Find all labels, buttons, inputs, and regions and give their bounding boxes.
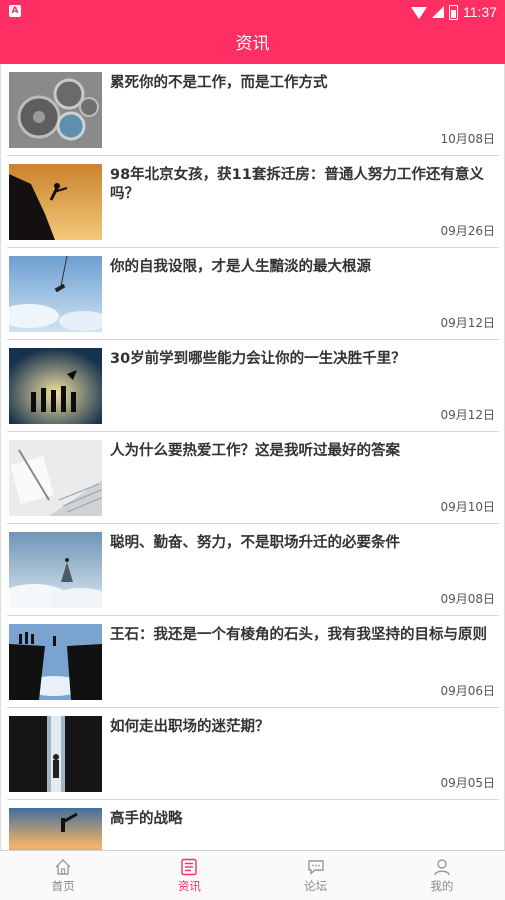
list-item[interactable]: 王石：我还是一个有棱角的石头，我有我坚持的目标与原则 09月06日 (7, 616, 499, 708)
page-title: 资讯 (235, 34, 270, 54)
man-above-clouds-image (9, 532, 102, 608)
article-date: 09月05日 (440, 776, 495, 790)
profile-icon (434, 858, 450, 875)
climber-silhouette-image (9, 164, 102, 240)
article-title: 人为什么要热爱工作？这是我听过最好的答案 (110, 443, 400, 459)
article-list[interactable]: 累死你的不是工作，而是工作方式 10月08日 98年北京女孩，获11套拆迁房：普… (0, 64, 505, 850)
article-title: 你的自我设限，才是人生黯淡的最大根源 (110, 259, 371, 275)
article-title: 如何走出职场的迷茫期？ (110, 719, 270, 735)
office-desk-image (9, 440, 102, 516)
dark-doorway-image (9, 716, 102, 792)
list-item[interactable]: 如何走出职场的迷茫期？ 09月05日 (7, 708, 499, 800)
bottom-tab-bar: 首页 资讯 论坛 我的 (0, 850, 505, 900)
article-title: 98年北京女孩，获11套拆迁房：普通人努力工作还有意义吗？ (110, 167, 484, 202)
article-date: 09月12日 (440, 408, 495, 422)
cliff-jump-image (9, 624, 102, 700)
tab-label: 论坛 (304, 878, 328, 893)
signal-icon (432, 6, 444, 18)
status-icons: 11:37 (411, 0, 497, 24)
battery-icon (449, 4, 458, 20)
tab-forum[interactable]: 论坛 (253, 851, 379, 900)
status-time: 11:37 (463, 4, 497, 20)
article-title: 王石：我还是一个有棱角的石头，我有我坚持的目标与原则 (110, 627, 487, 643)
list-item[interactable]: 30岁前学到哪些能力会让你的一生决胜千里？ 09月12日 (7, 340, 499, 432)
gears-image (9, 72, 102, 148)
article-date: 09月26日 (440, 224, 495, 238)
list-item[interactable]: 聪明、勤奋、努力，不是职场升迁的必要条件 09月08日 (7, 524, 499, 616)
list-item[interactable]: 人为什么要热爱工作？这是我听过最好的答案 09月10日 (7, 432, 499, 524)
forum-icon (307, 859, 324, 875)
tab-home[interactable]: 首页 (0, 851, 126, 900)
article-title: 累死你的不是工作，而是工作方式 (110, 75, 328, 91)
list-item[interactable]: 你的自我设限，才是人生黯淡的最大根源 09月12日 (7, 248, 499, 340)
list-item[interactable]: 高手的战略 (7, 800, 499, 850)
tab-news[interactable]: 资讯 (126, 851, 252, 900)
article-date: 09月06日 (440, 684, 495, 698)
tab-label: 资讯 (177, 878, 201, 893)
bungee-jump-image (9, 256, 102, 332)
article-title: 高手的战略 (110, 811, 183, 827)
status-bar: A 11:37 (0, 0, 505, 24)
header-bar: 资讯 (0, 24, 505, 64)
app-notification-icon: A (9, 5, 21, 17)
list-item[interactable]: 累死你的不是工作，而是工作方式 10月08日 (7, 64, 499, 156)
tab-label: 首页 (51, 878, 75, 893)
article-date: 09月10日 (440, 500, 495, 514)
news-icon (181, 858, 198, 875)
home-icon (55, 858, 71, 875)
article-date: 09月12日 (440, 316, 495, 330)
tab-label: 我的 (430, 878, 454, 893)
article-date: 09月08日 (440, 592, 495, 606)
sunset-kick-image (9, 808, 102, 850)
list-item[interactable]: 98年北京女孩，获11套拆迁房：普通人努力工作还有意义吗？ 09月26日 (7, 156, 499, 248)
article-date: 10月08日 (440, 132, 495, 146)
wifi-icon (411, 7, 427, 19)
tab-profile[interactable]: 我的 (379, 851, 505, 900)
team-silhouette-image (9, 348, 102, 424)
article-title: 30岁前学到哪些能力会让你的一生决胜千里？ (110, 351, 406, 367)
article-title: 聪明、勤奋、努力，不是职场升迁的必要条件 (110, 535, 400, 551)
